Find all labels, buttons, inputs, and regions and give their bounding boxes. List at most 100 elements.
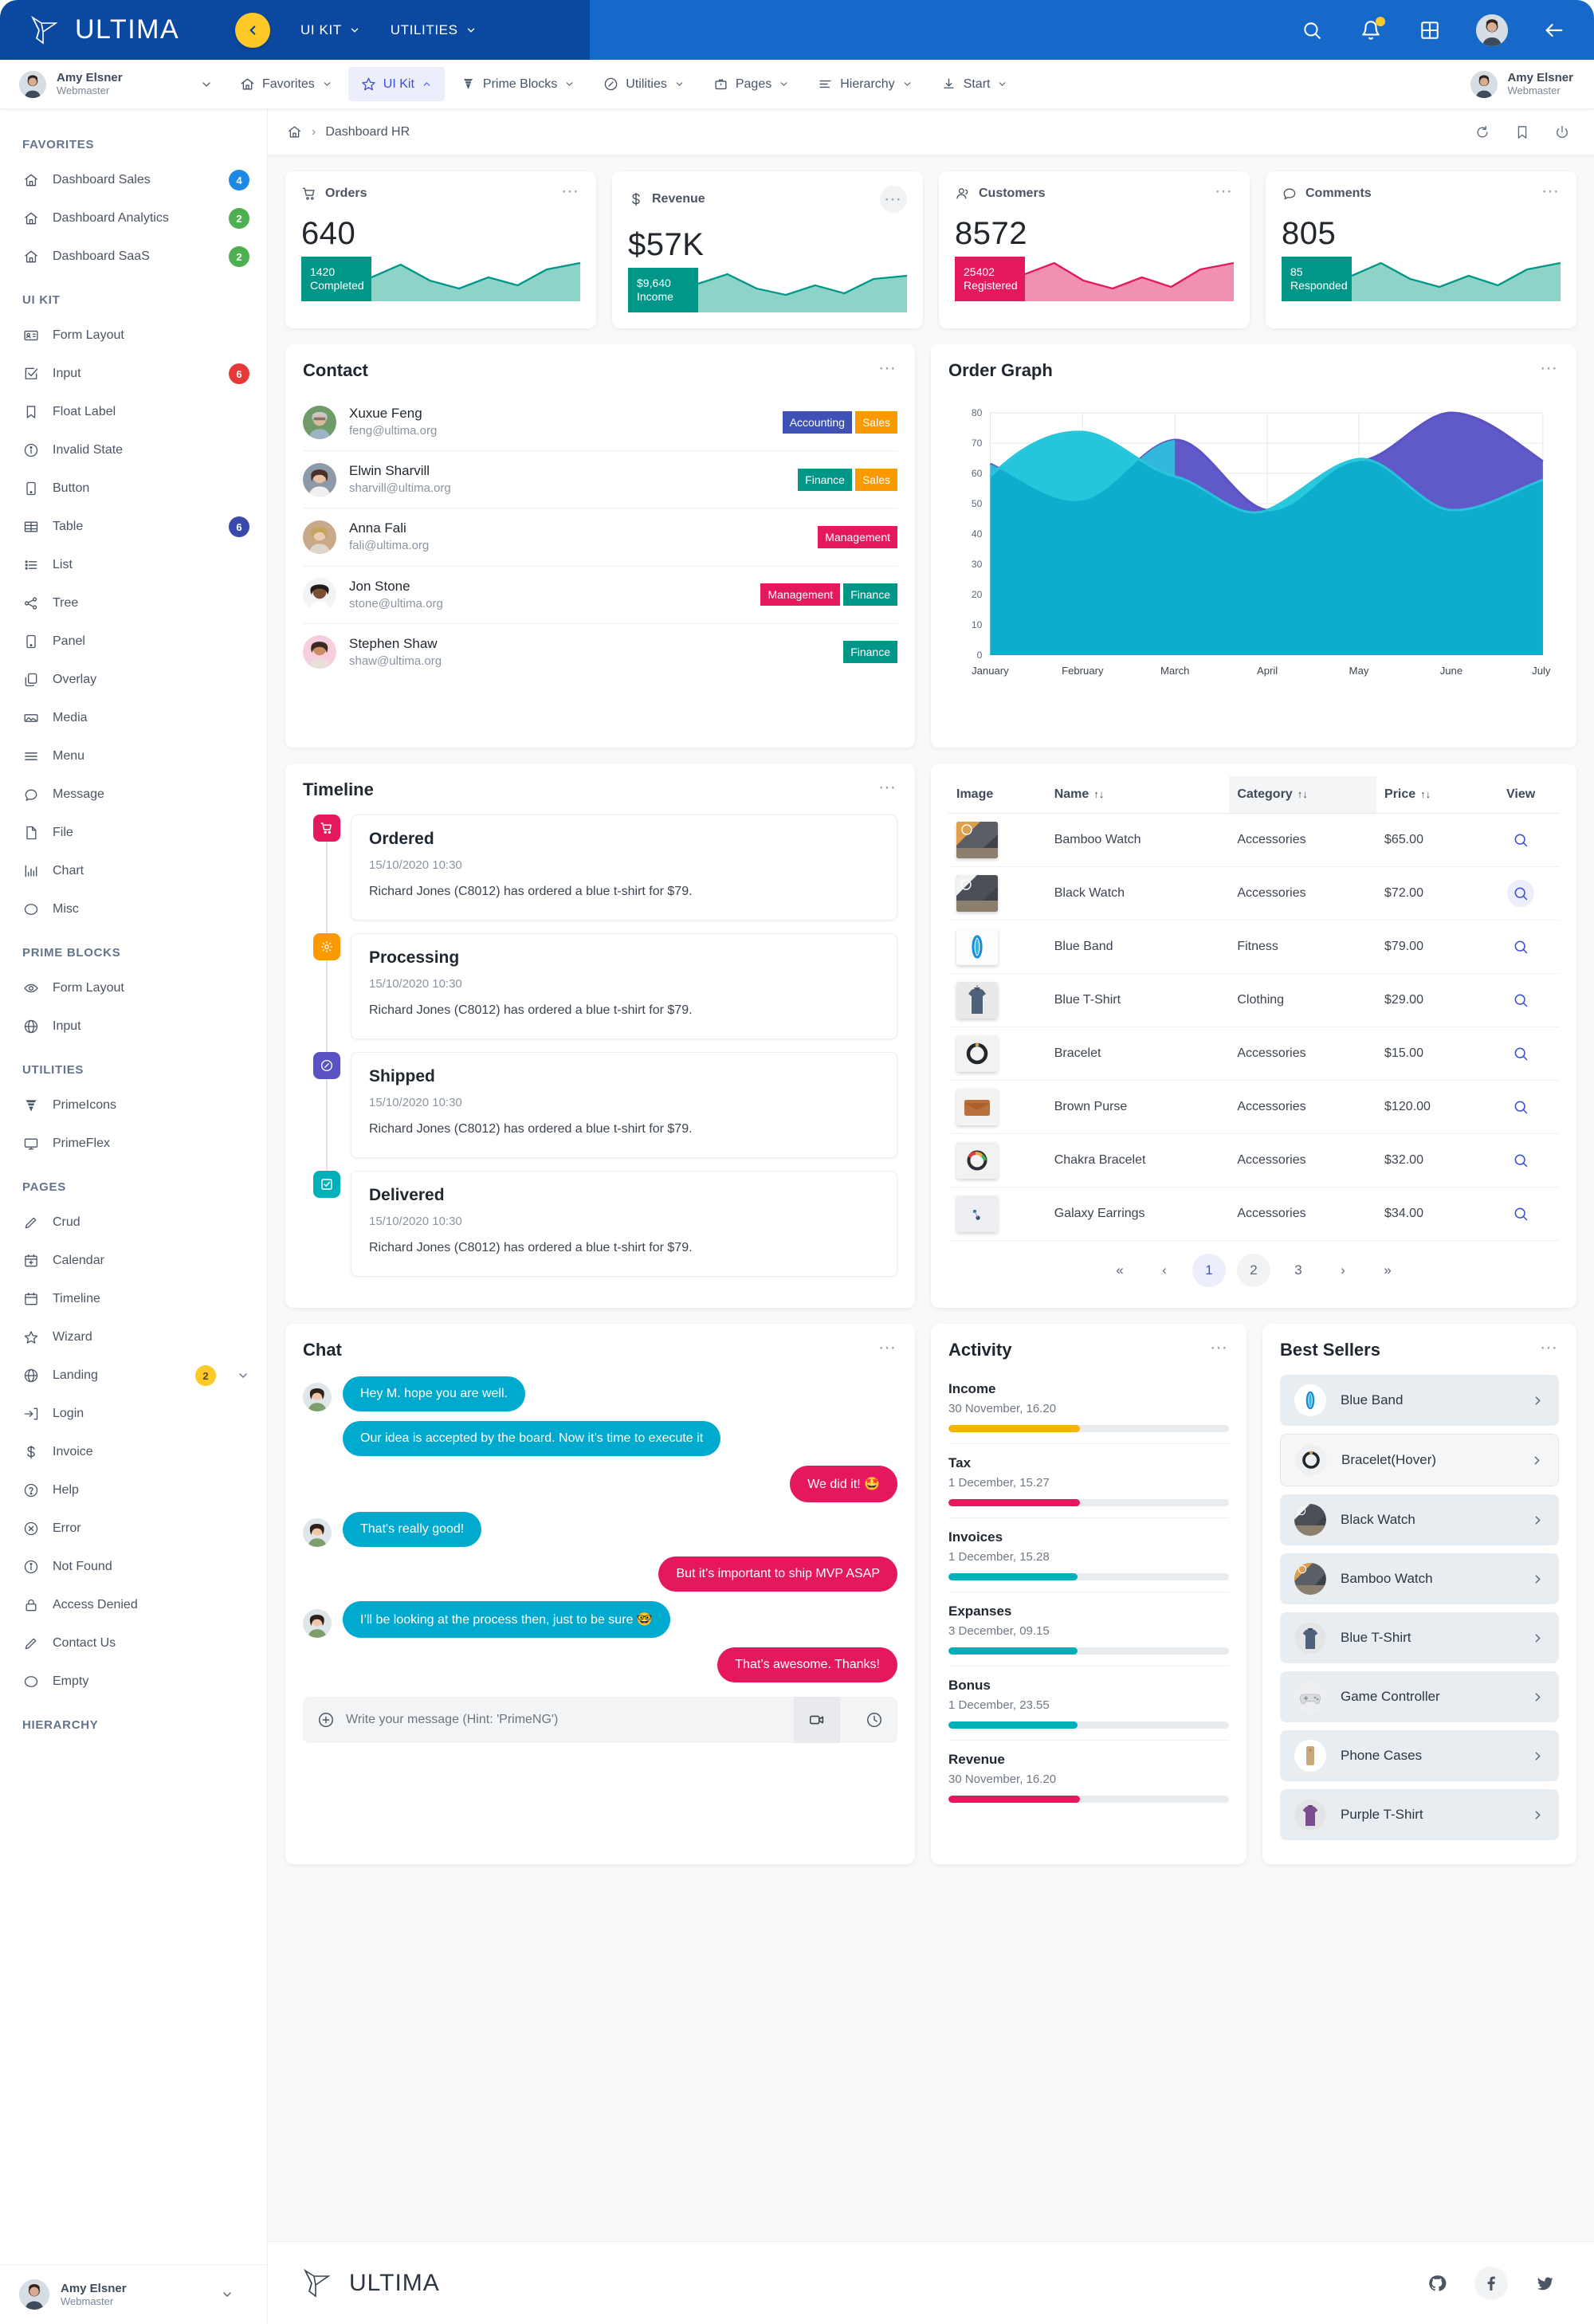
view-button[interactable] — [1507, 1040, 1534, 1067]
avatar[interactable] — [1476, 14, 1508, 46]
sidebar-item-form-layout[interactable]: Form Layout — [0, 316, 267, 355]
sidebar-item-panel[interactable]: Panel — [0, 622, 267, 661]
sidebar-item-landing[interactable]: Landing 2 — [0, 1356, 267, 1395]
back-button[interactable] — [1541, 18, 1567, 43]
home-icon[interactable] — [287, 124, 302, 139]
sidebar-item-dashboard-sales[interactable]: Dashboard Sales 4 — [0, 161, 267, 199]
refresh-icon[interactable] — [1474, 124, 1490, 140]
pagination-next[interactable]: › — [1326, 1254, 1360, 1287]
sidebar-item-not-found[interactable]: Not Found — [0, 1548, 267, 1586]
list-item[interactable]: Stephen Shaw shaw@ultima.org Finance — [303, 624, 897, 681]
tab-pages[interactable]: Pages — [701, 67, 802, 101]
sidebar-item-primeflex[interactable]: PrimeFlex — [0, 1125, 267, 1163]
chevron-right-icon[interactable] — [1530, 1454, 1544, 1467]
sidebar-item-overlay[interactable]: Overlay — [0, 661, 267, 699]
list-item[interactable]: Phone Cases — [1280, 1730, 1559, 1781]
sidebar-item-pb-form-layout[interactable]: Form Layout — [0, 969, 267, 1007]
sidebar-item-float-label[interactable]: Float Label — [0, 393, 267, 431]
stat-menu-button[interactable]: ⋯ — [880, 186, 907, 213]
sidebar-item-table[interactable]: Table 6 — [0, 508, 267, 546]
sidebar-item-timeline[interactable]: Timeline — [0, 1280, 267, 1318]
activity-menu-button[interactable]: ⋯ — [1210, 1338, 1229, 1356]
bookmark-icon[interactable] — [1514, 124, 1530, 140]
sidebar-item-list[interactable]: List — [0, 546, 267, 584]
list-item[interactable]: Game Controller — [1280, 1671, 1559, 1722]
timeline-menu-button[interactable]: ⋯ — [878, 778, 897, 796]
chevron-right-icon[interactable] — [1531, 1513, 1545, 1527]
chevron-right-icon[interactable] — [1531, 1572, 1545, 1586]
search-button[interactable] — [1299, 18, 1325, 43]
table-row[interactable]: Bamboo Watch Accessories $65.00 — [948, 813, 1559, 867]
video-button[interactable] — [794, 1697, 840, 1743]
pagination-prev[interactable]: ‹ — [1148, 1254, 1181, 1287]
list-item[interactable]: Blue Band — [1280, 1375, 1559, 1426]
sidebar-item-dashboard-saas[interactable]: Dashboard SaaS 2 — [0, 238, 267, 276]
sidebar-item-message[interactable]: Message — [0, 775, 267, 814]
list-item[interactable]: Purple T-Shirt — [1280, 1789, 1559, 1840]
order-graph-menu-button[interactable]: ⋯ — [1540, 359, 1559, 377]
contact-menu-button[interactable]: ⋯ — [878, 359, 897, 377]
table-row[interactable]: Bracelet Accessories $15.00 — [948, 1027, 1559, 1081]
list-item[interactable]: Anna Fali fali@ultima.org Management — [303, 508, 897, 567]
sidebar-item-misc[interactable]: Misc — [0, 890, 267, 928]
column-header-price[interactable]: Price ↑↓ — [1376, 776, 1483, 814]
chevron-right-icon[interactable] — [1531, 1690, 1545, 1704]
view-button[interactable] — [1507, 880, 1535, 907]
pagination-page-3[interactable]: 3 — [1282, 1254, 1315, 1287]
view-button[interactable] — [1507, 987, 1534, 1014]
sidebar-item-pb-input[interactable]: Input — [0, 1007, 267, 1046]
tab-ui-kit[interactable]: UI Kit — [347, 67, 445, 101]
sidebar-item-calendar[interactable]: Calendar — [0, 1242, 267, 1280]
chevron-right-icon[interactable] — [1531, 1394, 1545, 1407]
tab-prime-blocks[interactable]: Prime Blocks — [448, 67, 587, 101]
sidebar-item-login[interactable]: Login — [0, 1395, 267, 1433]
sidebar-item-access-denied[interactable]: Access Denied — [0, 1586, 267, 1624]
chevron-right-icon[interactable] — [1531, 1808, 1545, 1822]
github-icon[interactable] — [1420, 2267, 1454, 2300]
list-item[interactable]: Jon Stone stone@ultima.org Management Fi… — [303, 567, 897, 624]
pagination-page-1[interactable]: 1 — [1192, 1254, 1226, 1287]
list-item[interactable]: Blue T-Shirt — [1280, 1612, 1559, 1663]
table-row[interactable]: Blue Band Fitness $79.00 — [948, 920, 1559, 974]
stat-menu-button[interactable]: ⋯ — [561, 182, 580, 200]
chat-menu-button[interactable]: ⋯ — [878, 1338, 897, 1356]
best-sellers-menu-button[interactable]: ⋯ — [1540, 1338, 1559, 1356]
sidebar-item-error[interactable]: Error — [0, 1509, 267, 1548]
table-row[interactable]: Brown Purse Accessories $120.00 — [948, 1080, 1559, 1134]
chat-input-placeholder[interactable]: Write your message (Hint: 'PrimeNG') — [346, 1713, 783, 1727]
brand[interactable]: ULTIMA — [0, 13, 227, 48]
pagination-first[interactable]: « — [1103, 1254, 1137, 1287]
plus-circle-icon[interactable] — [317, 1711, 335, 1729]
view-button[interactable] — [1507, 826, 1534, 854]
sidebar-item-invalid-state[interactable]: Invalid State — [0, 431, 267, 469]
tab-hierarchy[interactable]: Hierarchy — [805, 67, 925, 101]
column-header-category[interactable]: Category ↑↓ — [1229, 776, 1377, 814]
list-item[interactable]: Xuxue Feng feng@ultima.org Accounting Sa… — [303, 394, 897, 452]
view-button[interactable] — [1507, 933, 1534, 960]
sidebar-item-file[interactable]: File — [0, 814, 267, 852]
tab-start[interactable]: Start — [929, 67, 1021, 101]
sidebar-item-crud[interactable]: Crud — [0, 1203, 267, 1242]
list-item[interactable]: Bamboo Watch — [1280, 1553, 1559, 1604]
sidebar-item-menu[interactable]: Menu — [0, 737, 267, 775]
notifications-button[interactable] — [1358, 16, 1385, 43]
sidebar-user-footer[interactable]: Amy Elsner Webmaster — [0, 2264, 267, 2324]
list-item[interactable]: Bracelet(Hover) — [1280, 1434, 1559, 1486]
schedule-button[interactable] — [851, 1697, 897, 1743]
stat-menu-button[interactable]: ⋯ — [1215, 182, 1234, 200]
view-button[interactable] — [1507, 1200, 1534, 1227]
sidebar-scroll[interactable]: FAVORITES Dashboard Sales 4 Dashboard An… — [0, 109, 267, 2264]
tab-utilities[interactable]: Utilities — [591, 67, 697, 101]
sidebar-item-empty[interactable]: Empty — [0, 1663, 267, 1701]
tabbar-user[interactable]: Amy Elsner Webmaster — [0, 70, 227, 98]
chevron-right-icon[interactable] — [1531, 1749, 1545, 1763]
sidebar-item-contact-us[interactable]: Contact Us — [0, 1624, 267, 1663]
apps-grid-button[interactable] — [1417, 18, 1443, 43]
column-header-name[interactable]: Name ↑↓ — [1046, 776, 1230, 814]
twitter-icon[interactable] — [1529, 2267, 1562, 2300]
power-icon[interactable] — [1554, 124, 1570, 140]
tab-favorites[interactable]: Favorites — [227, 67, 345, 101]
chevron-down-icon[interactable] — [200, 78, 213, 91]
facebook-icon[interactable] — [1474, 2266, 1508, 2300]
sidebar-item-media[interactable]: Media — [0, 699, 267, 737]
